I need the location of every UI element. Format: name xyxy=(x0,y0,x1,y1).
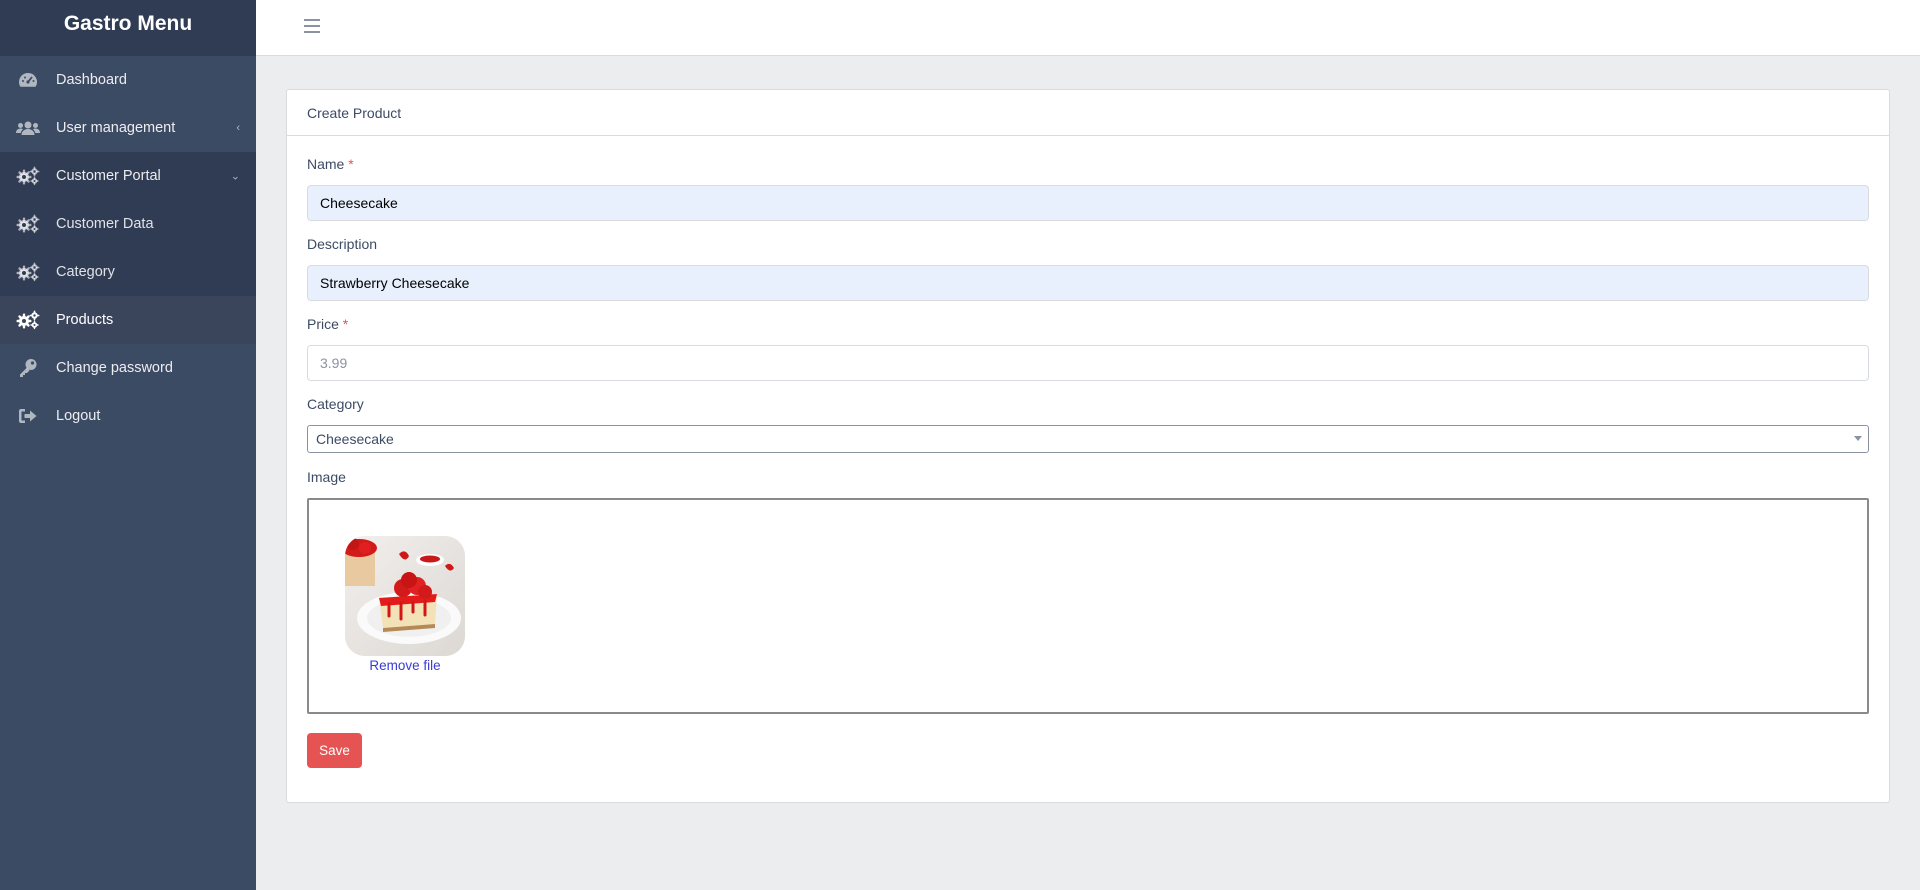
sidebar-item-label: Logout xyxy=(56,408,101,424)
gears-icon xyxy=(16,166,40,186)
description-input[interactable] xyxy=(307,265,1869,301)
remove-file-link[interactable]: Remove file xyxy=(345,658,465,673)
image-label: Image xyxy=(307,469,346,485)
sidebar-item-dashboard[interactable]: Dashboard xyxy=(0,56,256,104)
required-mark: * xyxy=(348,156,354,172)
sidebar-item-label: Customer Data xyxy=(56,216,154,232)
sidebar-item-category[interactable]: Category xyxy=(0,248,256,296)
sidebar-item-label: User management xyxy=(56,120,176,136)
brand-title[interactable]: Gastro Menu xyxy=(0,0,256,56)
sidebar-item-label: Customer Portal xyxy=(56,168,161,184)
sidebar-item-label: Category xyxy=(56,264,115,280)
price-label-text: Price xyxy=(307,316,339,332)
top-header xyxy=(256,0,1920,56)
image-preview: Remove file xyxy=(345,536,465,673)
gears-icon xyxy=(16,214,40,234)
category-select[interactable]: Cheesecake xyxy=(307,425,1869,453)
required-mark: * xyxy=(342,316,349,332)
product-form: Name * Description Price * Category Chee… xyxy=(287,136,1889,768)
price-label: Price * xyxy=(307,316,348,336)
image-dropzone[interactable]: Remove file xyxy=(307,498,1869,714)
sidebar-nav: Dashboard User management ‹ Customer Por… xyxy=(0,56,256,440)
logout-icon xyxy=(16,406,40,426)
hamburger-icon[interactable] xyxy=(304,19,320,33)
customer-portal-group: Customer Portal ⌄ Customer Data Category xyxy=(0,152,256,344)
gears-icon xyxy=(16,262,40,282)
sidebar-item-logout[interactable]: Logout xyxy=(0,392,256,440)
category-label: Category xyxy=(307,396,364,412)
users-icon xyxy=(16,118,40,138)
sidebar-item-customer-portal[interactable]: Customer Portal ⌄ xyxy=(0,152,256,200)
description-label: Description xyxy=(307,236,378,252)
name-label-text: Name xyxy=(307,156,345,172)
sidebar: Gastro Menu Dashboard User management ‹ … xyxy=(0,0,256,890)
price-input[interactable] xyxy=(307,345,1869,381)
sidebar-item-label: Dashboard xyxy=(56,72,127,88)
sidebar-item-user-management[interactable]: User management ‹ xyxy=(0,104,256,152)
name-label: Name * xyxy=(307,156,354,176)
speedometer-icon xyxy=(16,70,40,90)
sidebar-item-customer-data[interactable]: Customer Data xyxy=(0,200,256,248)
sidebar-item-change-password[interactable]: Change password xyxy=(0,344,256,392)
category-selected-value: Cheesecake xyxy=(316,431,394,447)
sidebar-item-label: Products xyxy=(56,312,114,328)
key-icon xyxy=(16,358,40,378)
chevron-down-icon: ⌄ xyxy=(230,170,240,183)
cheesecake-thumbnail xyxy=(345,536,465,656)
gears-icon xyxy=(16,310,40,330)
sidebar-item-products[interactable]: Products xyxy=(0,296,256,344)
sidebar-item-label: Change password xyxy=(56,360,173,376)
name-input[interactable] xyxy=(307,185,1869,221)
create-product-card: Create Product Name * Description Price … xyxy=(286,89,1890,803)
dropdown-arrow-icon xyxy=(1854,436,1862,441)
card-title: Create Product xyxy=(287,90,1889,136)
chevron-left-icon: ‹ xyxy=(236,122,240,134)
save-button[interactable]: Save xyxy=(307,733,362,768)
